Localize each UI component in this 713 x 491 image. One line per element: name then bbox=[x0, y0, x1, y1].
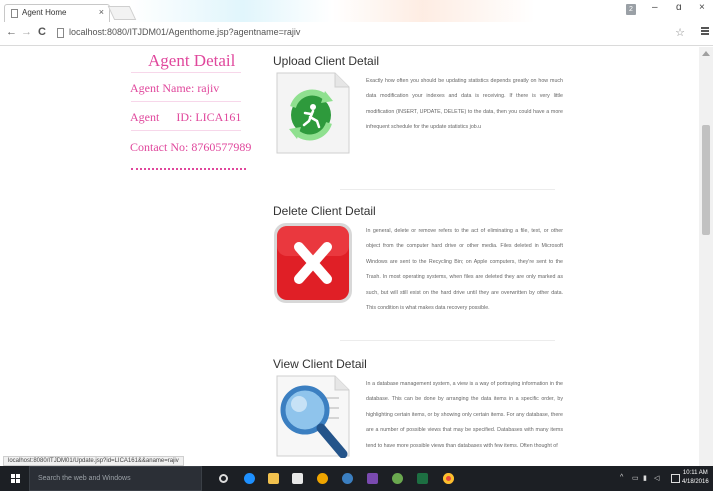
app-icon-blue[interactable] bbox=[342, 473, 353, 484]
heading-underline bbox=[131, 72, 241, 73]
clock-time: 10:11 AM bbox=[682, 470, 708, 476]
excel-icon[interactable] bbox=[417, 473, 428, 484]
battery-icon[interactable]: ▮ bbox=[643, 474, 647, 482]
url-field[interactable]: localhost:8080/ITJDM01/Agenthome.jsp?age… bbox=[57, 26, 687, 42]
task-view-icon[interactable] bbox=[219, 474, 228, 483]
section-divider bbox=[340, 340, 555, 341]
page-content: Agent Detail Agent Name: rajiv Agent ID:… bbox=[0, 47, 699, 466]
reload-icon[interactable]: C bbox=[38, 26, 46, 38]
agent-id-label: Agent bbox=[130, 110, 160, 124]
view-icon[interactable] bbox=[273, 374, 353, 459]
store-icon[interactable] bbox=[292, 473, 303, 484]
file-explorer-icon[interactable] bbox=[268, 473, 279, 484]
browser-tab-bar: Agent Home × 2 – ɑ × bbox=[0, 0, 713, 22]
chrome-icon[interactable] bbox=[443, 473, 454, 484]
upload-icon[interactable] bbox=[273, 71, 353, 155]
clock-date: 4/18/2016 bbox=[682, 479, 709, 485]
forward-icon[interactable]: → bbox=[21, 26, 32, 38]
view-description: In a database management system, a view … bbox=[366, 381, 563, 449]
delete-title[interactable]: Delete Client Detail bbox=[273, 204, 376, 218]
user-profile-icon[interactable]: 2 bbox=[626, 4, 636, 15]
back-icon[interactable]: ← bbox=[6, 26, 17, 38]
url-text[interactable]: localhost:8080/ITJDM01/Agenthome.jsp?age… bbox=[69, 27, 300, 37]
link-status-bar: localhost:8080/ITJDM01/Update.jsp?id=LIC… bbox=[3, 456, 184, 466]
tab-close-icon[interactable]: × bbox=[99, 7, 104, 17]
search-placeholder[interactable]: Search the web and Windows bbox=[38, 475, 131, 482]
page-info-icon[interactable] bbox=[57, 28, 64, 38]
taskbar-clock[interactable]: 10:11 AM 4/18/2016 bbox=[682, 469, 709, 487]
app-icon-orange[interactable] bbox=[317, 473, 328, 484]
app-icon-green[interactable] bbox=[392, 473, 403, 484]
tab-title: Agent Home bbox=[22, 8, 67, 17]
delete-description: In general, delete or remove refers to t… bbox=[366, 228, 563, 312]
agent-contact: Contact No: 8760577989 bbox=[130, 140, 252, 154]
windows-taskbar: Search the web and Windows ^ ▭ ▮ ◁ 10:11… bbox=[0, 466, 713, 491]
section-divider bbox=[340, 189, 555, 190]
upload-description: Exactly how often you should be updating… bbox=[366, 78, 563, 131]
page-icon bbox=[11, 9, 18, 18]
view-title[interactable]: View Client Detail bbox=[273, 357, 367, 371]
dotted-divider bbox=[131, 168, 246, 171]
scroll-up-icon[interactable] bbox=[702, 51, 710, 56]
minimize-icon[interactable]: – bbox=[652, 2, 658, 13]
delete-icon[interactable] bbox=[273, 221, 353, 305]
tab-bar-background bbox=[130, 0, 580, 22]
app-icon-purple[interactable] bbox=[367, 473, 378, 484]
upload-title[interactable]: Upload Client Detail bbox=[273, 54, 379, 68]
windows-start-icon[interactable] bbox=[11, 474, 21, 484]
agent-id-value: ID: LICA161 bbox=[176, 110, 242, 124]
row-separator bbox=[131, 130, 241, 131]
agent-name: Agent Name: rajiv bbox=[130, 81, 220, 95]
network-icon[interactable]: ▭ bbox=[632, 474, 639, 482]
taskbar-search-box[interactable]: Search the web and Windows bbox=[29, 466, 202, 491]
edge-icon[interactable] bbox=[244, 473, 255, 484]
row-separator bbox=[131, 101, 241, 102]
close-window-icon[interactable]: × bbox=[699, 2, 705, 13]
tray-chevron-icon[interactable]: ^ bbox=[620, 474, 623, 481]
scroll-thumb[interactable] bbox=[702, 125, 710, 235]
volume-icon[interactable]: ◁ bbox=[654, 474, 659, 482]
maximize-icon[interactable]: ɑ bbox=[676, 2, 682, 13]
browser-menu-icon[interactable] bbox=[701, 27, 709, 36]
page-scrollbar[interactable] bbox=[699, 47, 713, 466]
agent-detail-heading: Agent Detail bbox=[148, 51, 236, 70]
screen: Agent Home × 2 – ɑ × ← → C localhost:808… bbox=[0, 0, 713, 491]
notification-icon[interactable] bbox=[671, 474, 680, 483]
agent-id: Agent ID: LICA161 bbox=[130, 110, 241, 125]
bookmark-star-icon[interactable]: ☆ bbox=[675, 26, 685, 39]
address-bar: ← → C localhost:8080/ITJDM01/Agenthome.j… bbox=[0, 22, 713, 46]
tab-agent-home[interactable]: Agent Home × bbox=[4, 4, 110, 22]
